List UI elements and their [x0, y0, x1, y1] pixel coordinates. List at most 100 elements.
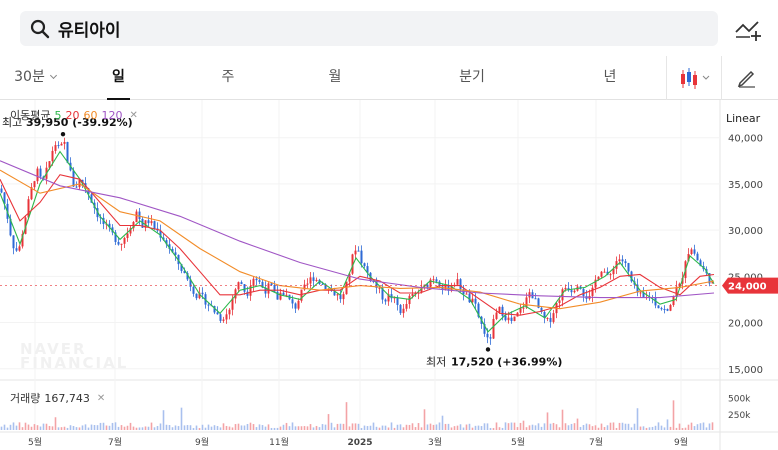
volume-bar	[333, 427, 336, 430]
candle-body	[669, 305, 672, 311]
candle-body	[459, 279, 462, 290]
tab-year[interactable]: 년	[595, 56, 625, 100]
volume-bar	[459, 424, 462, 430]
volume-bar	[558, 427, 561, 430]
volume-bar	[93, 424, 96, 430]
close-icon[interactable]: ✕	[97, 393, 105, 404]
candle-body	[225, 314, 228, 320]
tab-week[interactable]: 주	[213, 56, 243, 100]
price-chart[interactable]: 40,00035,00030,00025,00020,00015,000NAVE…	[0, 100, 778, 450]
candle-body	[39, 168, 42, 177]
volume-bar	[690, 422, 693, 430]
volume-bar	[354, 423, 357, 430]
close-icon[interactable]: ✕	[129, 110, 137, 121]
volume-bar	[576, 418, 579, 430]
volume-bar	[315, 425, 318, 430]
tab-day[interactable]: 일	[107, 56, 130, 100]
volume-bar	[240, 425, 243, 430]
candle-body	[390, 294, 393, 299]
volume-bar	[72, 425, 75, 430]
volume-bar	[285, 422, 288, 430]
volume-bar	[522, 420, 525, 430]
volume-bar	[633, 423, 636, 430]
search-bar[interactable]: 유티아이	[20, 11, 718, 46]
volume-bar	[366, 426, 369, 430]
candle-body	[396, 297, 399, 305]
tab-quarter[interactable]: 분기	[452, 56, 492, 100]
volume-bar	[573, 423, 576, 430]
candle-body	[273, 285, 276, 292]
candle-body	[18, 246, 21, 251]
volume-bar	[519, 422, 522, 430]
tab-30min[interactable]: 30분	[10, 56, 60, 100]
volume-bar	[270, 427, 273, 430]
volume-bar	[30, 426, 33, 430]
volume-legend: 거래량 167,743 ✕	[10, 390, 105, 406]
volume-bar	[666, 419, 669, 430]
candle-body	[666, 309, 669, 311]
volume-bar	[624, 423, 627, 430]
volume-bar	[273, 427, 276, 430]
volume-bar	[195, 425, 198, 430]
candle-body	[552, 313, 555, 322]
volume-bar	[63, 426, 66, 430]
volume-bar	[474, 425, 477, 430]
candle-body	[657, 305, 660, 309]
tab-month[interactable]: 월	[320, 56, 350, 100]
volume-bars	[0, 400, 714, 430]
candle-body	[507, 317, 510, 321]
volume-bar	[444, 423, 447, 430]
volume-bar	[36, 425, 39, 430]
volume-bar	[516, 427, 519, 430]
volume-bar	[549, 423, 552, 430]
candle-body	[219, 314, 222, 321]
ma-120-line	[0, 160, 715, 299]
volume-bar	[351, 423, 354, 430]
pencil-icon[interactable]	[736, 66, 758, 88]
volume-bar	[468, 423, 471, 430]
volume-bar	[540, 426, 543, 430]
volume-bar	[132, 426, 135, 430]
y-tick-label: 35,000	[728, 180, 763, 191]
volume-bar	[699, 423, 702, 430]
search-query[interactable]: 유티아이	[58, 16, 121, 41]
volume-bar	[282, 424, 285, 430]
volume-bar	[387, 427, 390, 430]
chart-compare-icon[interactable]	[734, 16, 762, 42]
volume-bar	[498, 427, 501, 430]
candle-body	[63, 141, 66, 144]
candle-body	[363, 263, 366, 267]
volume-bar	[210, 426, 213, 430]
volume-bar	[234, 424, 237, 430]
candle-body	[240, 282, 243, 285]
volume-bar	[579, 426, 582, 430]
candle-body	[696, 253, 699, 261]
volume-bar	[321, 424, 324, 430]
volume-bar	[678, 423, 681, 430]
volume-bar	[258, 424, 261, 430]
x-tick-label: 7월	[108, 436, 122, 448]
candle-body	[321, 283, 324, 285]
x-tick-label: 5월	[511, 436, 525, 448]
volume-bar	[501, 427, 504, 430]
candlestick-icon[interactable]	[676, 62, 716, 94]
volume-legend-value: 167,743	[44, 391, 90, 405]
y-tick-label: 20,000	[728, 319, 763, 330]
volume-bar	[180, 407, 183, 430]
candle-body	[504, 315, 507, 321]
volume-bar	[372, 422, 375, 430]
volume-bar	[144, 426, 147, 430]
candle-body	[411, 294, 414, 296]
volume-bar	[114, 422, 117, 430]
volume-bar	[369, 425, 372, 430]
candle-body	[582, 288, 585, 297]
candle-body	[279, 292, 282, 300]
volume-bar	[693, 426, 696, 430]
volume-bar	[168, 425, 171, 430]
candle-body	[153, 221, 156, 229]
candle-body	[126, 233, 129, 238]
volume-bar	[384, 425, 387, 430]
volume-bar	[483, 423, 486, 430]
volume-bar	[105, 425, 108, 430]
scale-toggle[interactable]: Linear	[726, 112, 760, 125]
